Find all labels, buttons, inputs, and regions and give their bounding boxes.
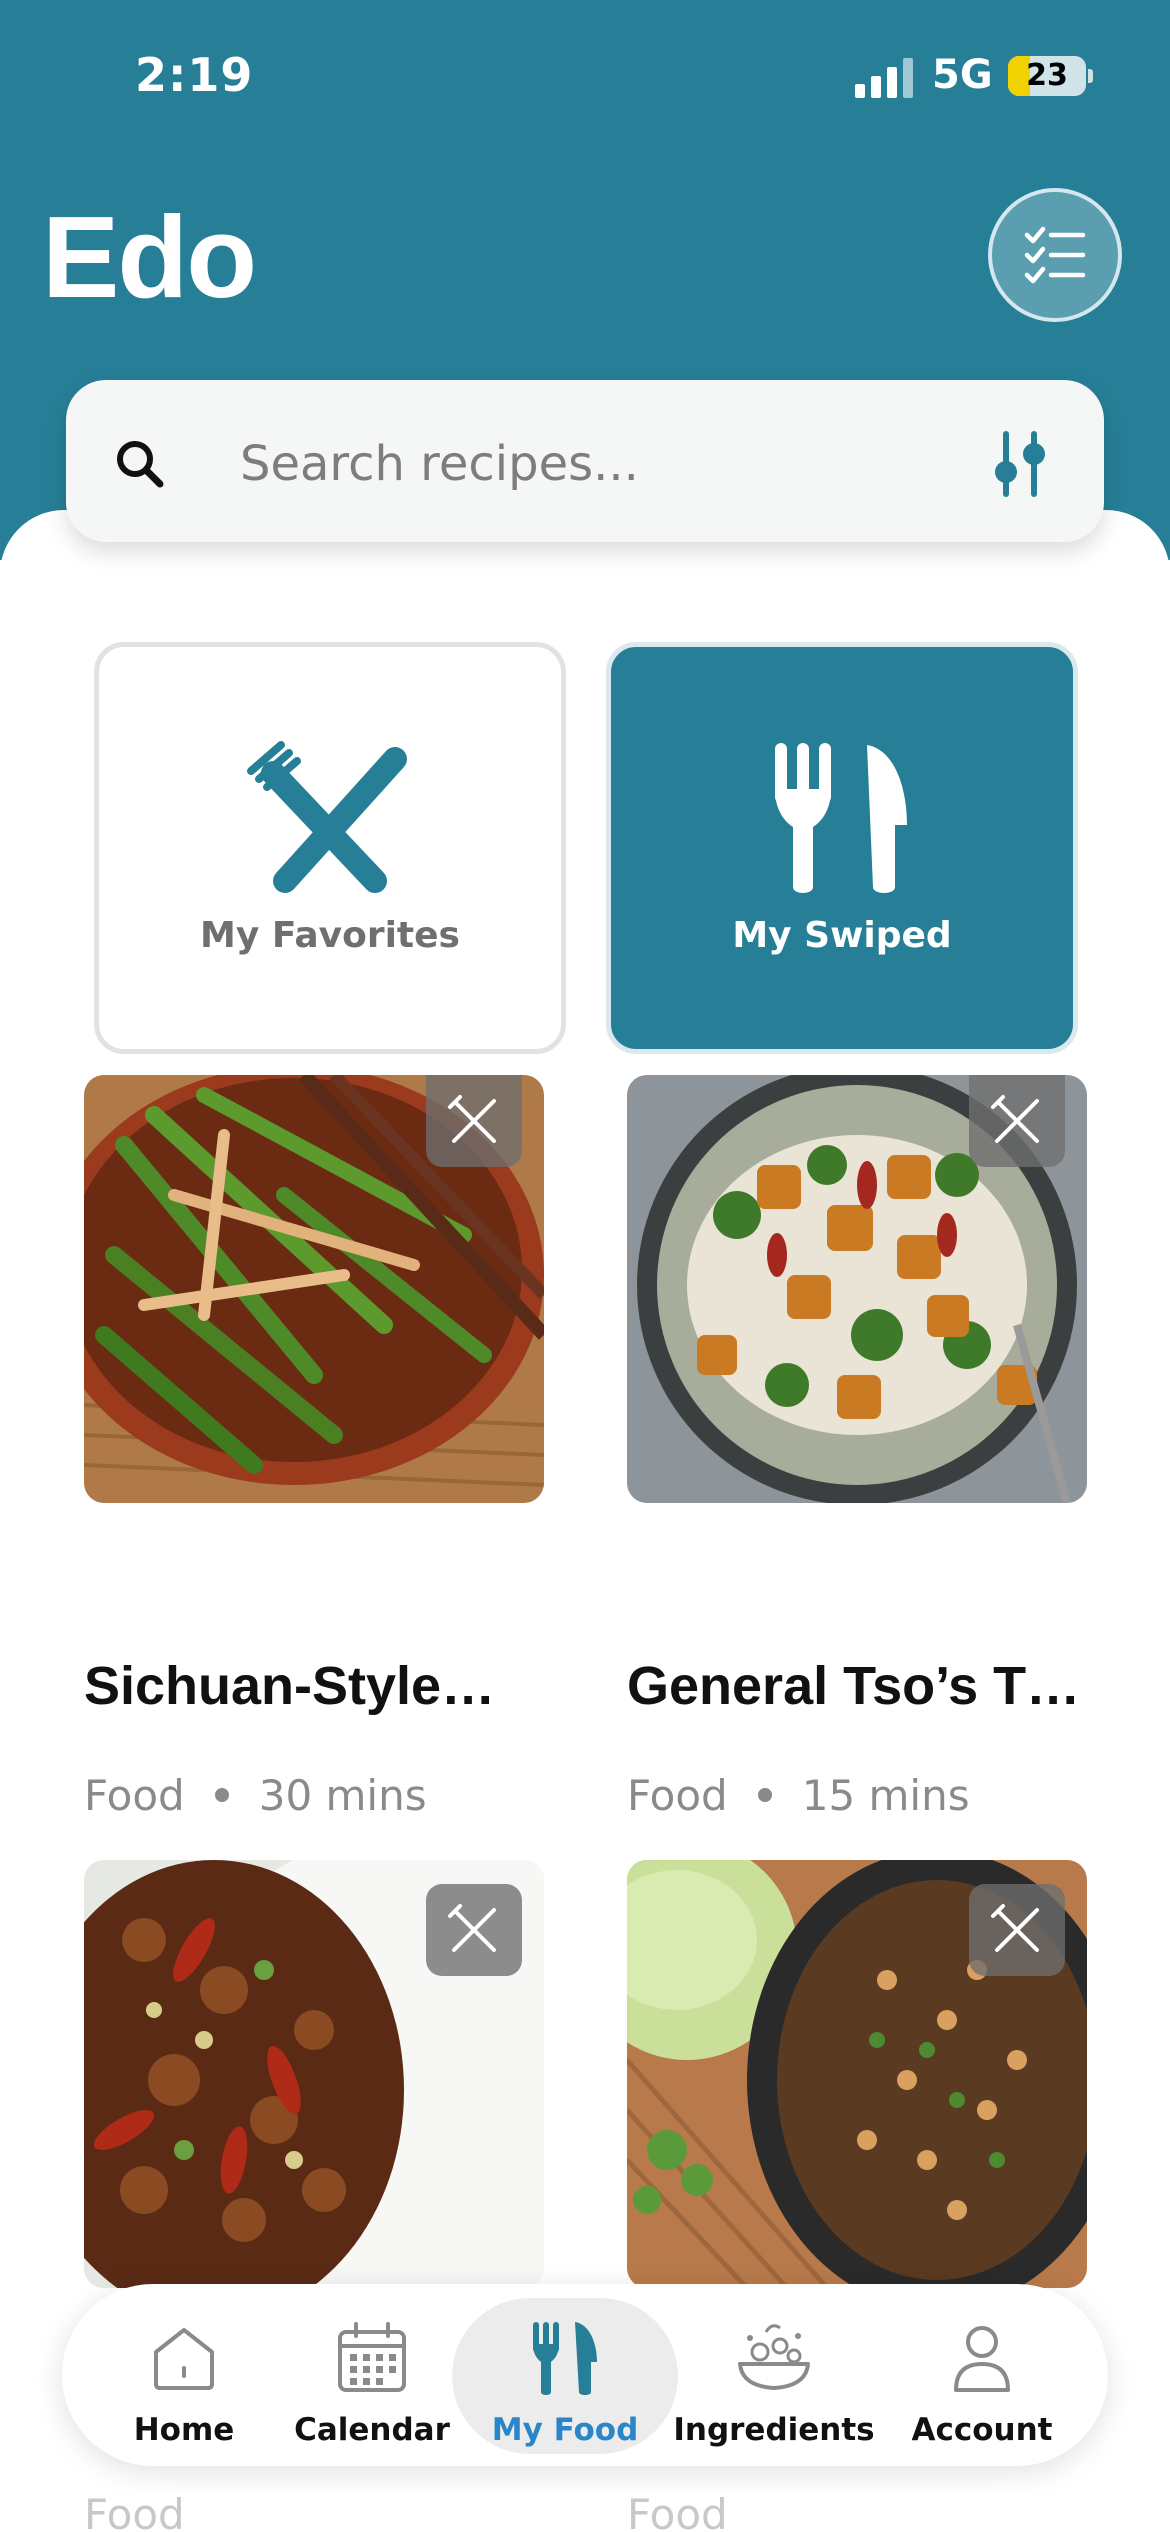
network-type: 5G — [932, 52, 993, 98]
tab-ingredients[interactable]: Ingredients — [673, 2284, 875, 2466]
recipe-title: General Tso’s T… — [627, 1656, 1081, 1716]
fork-knife-cross-icon — [991, 1904, 1039, 1952]
recipe-time: 15 mins — [801, 1771, 970, 1820]
fork-knife-cross-icon — [448, 1095, 496, 1143]
favorite-toggle-button[interactable] — [426, 1075, 522, 1167]
tab-label: Account — [911, 2412, 1053, 2448]
recipe-category: Food — [627, 2490, 728, 2532]
account-icon — [954, 2326, 1010, 2392]
checklist-icon — [1024, 226, 1086, 284]
recipe-time: 30 mins — [258, 1771, 427, 1820]
battery-nub — [1088, 69, 1093, 83]
recipe-meta: Food 30 mins — [84, 1771, 427, 1820]
checklist-button[interactable] — [988, 188, 1122, 322]
home-icon — [154, 2328, 214, 2390]
my-favorites-label: My Favorites — [200, 915, 460, 956]
tab-my-food[interactable]: My Food — [465, 2284, 665, 2466]
fork-knife-icon — [775, 743, 907, 893]
filter-sliders-icon[interactable] — [988, 430, 1052, 498]
my-favorites-tile[interactable]: My Favorites — [94, 642, 566, 1054]
fork-knife-icon — [533, 2322, 597, 2395]
app-title: Edo — [42, 192, 257, 322]
separator-dot — [214, 1787, 229, 1802]
recipe-title: Sichuan-Style… — [84, 1656, 496, 1716]
battery-icon: 23 — [1008, 56, 1086, 96]
search-icon — [117, 441, 164, 488]
search-input[interactable] — [240, 432, 940, 496]
recipe-category: Food — [84, 2490, 185, 2532]
tab-label: Ingredients — [673, 2412, 875, 2448]
status-bar: 2:19 5G 23 — [0, 0, 1170, 150]
recipe-category: Food — [84, 1771, 185, 1820]
separator-dot — [757, 1787, 772, 1802]
fork-knife-cross-icon — [991, 1095, 1039, 1143]
favorite-toggle-button[interactable] — [426, 1884, 522, 1976]
fork-knife-cross-icon — [247, 741, 407, 893]
recipe-meta: Food 15 mins — [627, 1771, 970, 1820]
fork-knife-cross-icon — [448, 1904, 496, 1952]
tab-account[interactable]: Account — [882, 2284, 1082, 2466]
status-time: 2:19 — [135, 48, 254, 102]
tab-label: My Food — [491, 2412, 639, 2448]
my-swiped-label: My Swiped — [732, 915, 952, 956]
ingredients-icon — [738, 2324, 810, 2390]
my-swiped-tile[interactable]: My Swiped — [606, 642, 1078, 1054]
favorite-toggle-button[interactable] — [969, 1075, 1065, 1167]
recipe-category: Food — [627, 1771, 728, 1820]
calendar-icon — [338, 2322, 406, 2392]
favorite-toggle-button[interactable] — [969, 1884, 1065, 1976]
tab-calendar[interactable]: Calendar — [272, 2284, 472, 2466]
battery-level: 23 — [1026, 58, 1068, 93]
signal-icon — [855, 58, 913, 98]
bottom-tab-bar: Home Calendar My Food Ingredients Accoun… — [62, 2284, 1108, 2466]
